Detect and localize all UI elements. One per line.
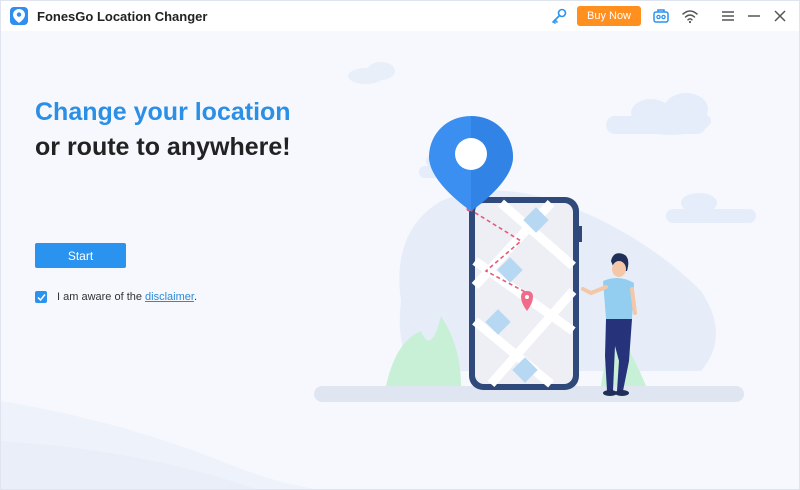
toolbox-icon[interactable] bbox=[652, 7, 670, 25]
checkmark-icon bbox=[36, 293, 46, 301]
cloud-icon bbox=[348, 62, 395, 84]
key-icon[interactable] bbox=[550, 7, 568, 25]
location-illustration bbox=[314, 62, 756, 402]
minimize-icon[interactable] bbox=[745, 7, 763, 25]
disclaimer-link[interactable]: disclaimer bbox=[145, 291, 194, 303]
buy-now-button[interactable]: Buy Now bbox=[577, 6, 641, 26]
wifi-icon[interactable] bbox=[681, 7, 699, 25]
disclaimer-prefix: I am aware of the bbox=[57, 291, 146, 303]
start-button[interactable]: Start bbox=[35, 243, 126, 268]
menu-icon[interactable] bbox=[719, 7, 737, 25]
cloud-icon bbox=[606, 93, 711, 135]
disclaimer-text: I am aware of the disclaimer. bbox=[57, 291, 197, 303]
app-title: FonesGo Location Changer bbox=[37, 9, 208, 24]
app-window: FonesGo Location Changer Buy Now Change … bbox=[0, 0, 800, 490]
title-bar: FonesGo Location Changer Buy Now bbox=[1, 1, 799, 31]
close-icon[interactable] bbox=[771, 7, 789, 25]
app-logo-icon bbox=[10, 7, 28, 25]
headline-primary: Change your location bbox=[35, 98, 291, 126]
headline-secondary: or route to anywhere! bbox=[35, 133, 291, 161]
disclaimer-checkbox[interactable] bbox=[35, 291, 47, 303]
disclaimer-suffix: . bbox=[193, 291, 198, 303]
cloud-icon bbox=[666, 193, 756, 223]
